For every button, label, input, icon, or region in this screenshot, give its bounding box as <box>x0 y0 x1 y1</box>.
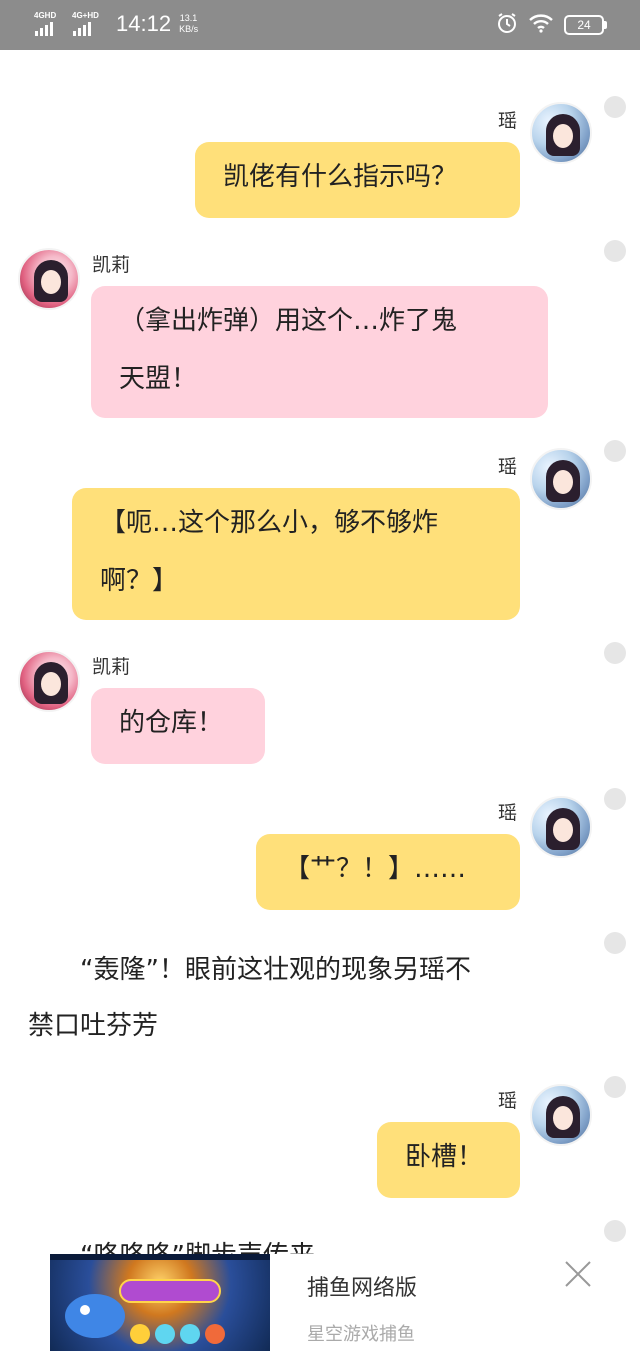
clock: 14:12 <box>116 11 172 36</box>
narration-paragraph: “轰隆”！眼前这壮观的现象另瑶不 禁口吐芬芳 <box>28 942 588 1054</box>
select-dot[interactable] <box>604 96 626 118</box>
signal-icon-2: 4G+HD <box>72 10 108 38</box>
speaker-name: 凯莉 <box>92 254 131 276</box>
message-bubble: 【艹？！】…… <box>256 834 520 910</box>
speed-unit: KB/s <box>179 24 199 34</box>
narration-line: 禁口吐芬芳 <box>28 1011 159 1041</box>
message-bubble: 凯佬有什么指示吗？ <box>195 142 520 218</box>
message-text: 【艹？！】…… <box>284 854 467 884</box>
speaker-name: 瑶 <box>498 802 518 824</box>
message-text: 卧槽！ <box>405 1142 484 1172</box>
narration-line: “轰隆”！眼前这壮观的现象另瑶不 <box>28 955 471 985</box>
message-bubble: 卧槽！ <box>377 1122 520 1198</box>
battery-level: 24 <box>577 18 591 32</box>
select-dot[interactable] <box>604 932 626 954</box>
select-dot[interactable] <box>604 642 626 664</box>
message-line: 啊？】 <box>100 566 179 596</box>
message-line: 天盟！ <box>119 364 198 394</box>
select-dot[interactable] <box>604 440 626 462</box>
alarm-icon <box>496 12 518 38</box>
ad-title[interactable]: 捕鱼网络版 <box>307 1270 417 1302</box>
ad-banner[interactable]: 捕鱼网络版 星空游戏捕鱼 <box>50 1254 610 1351</box>
select-dot[interactable] <box>604 1220 626 1242</box>
ad-subtitle: 星空游戏捕鱼 <box>307 1324 415 1345</box>
network-speed: 13.1 KB/s <box>179 13 198 35</box>
message-text: 的仓库！ <box>119 708 224 738</box>
avatar-kaili[interactable] <box>18 650 80 712</box>
speaker-name: 瑶 <box>498 456 518 478</box>
select-dot[interactable] <box>604 788 626 810</box>
status-bar: 4GHD 4G+HD 14:12 13.1 KB/s 24 <box>0 0 640 50</box>
network-type-2: 4G+HD <box>72 11 99 20</box>
avatar-kaili[interactable] <box>18 248 80 310</box>
avatar-yao[interactable] <box>530 102 592 164</box>
avatar-yao[interactable] <box>530 1084 592 1146</box>
speaker-name: 瑶 <box>498 1090 518 1112</box>
select-dot[interactable] <box>604 1076 626 1098</box>
speed-value: 13.1 <box>179 13 198 23</box>
close-icon[interactable] <box>558 1254 598 1294</box>
message-line: （拿出炸弹）用这个…炸了鬼 <box>119 306 458 336</box>
select-dot[interactable] <box>604 240 626 262</box>
battery-icon: 24 <box>564 15 607 35</box>
message-bubble: 【呃…这个那么小，够不够炸 啊？】 <box>72 488 520 620</box>
message-text: 凯佬有什么指示吗？ <box>223 162 458 192</box>
ad-image[interactable] <box>50 1254 270 1351</box>
speaker-name: 瑶 <box>498 110 518 132</box>
message-bubble: 的仓库！ <box>91 688 265 764</box>
message-bubble: （拿出炸弹）用这个…炸了鬼 天盟！ <box>91 286 548 418</box>
wifi-icon <box>528 13 554 37</box>
network-type-1: 4GHD <box>34 11 57 20</box>
avatar-yao[interactable] <box>530 796 592 858</box>
avatar-yao[interactable] <box>530 448 592 510</box>
signal-icon-1: 4GHD <box>34 10 70 38</box>
speaker-name: 凯莉 <box>92 656 131 678</box>
message-line: 【呃…这个那么小，够不够炸 <box>100 508 439 538</box>
